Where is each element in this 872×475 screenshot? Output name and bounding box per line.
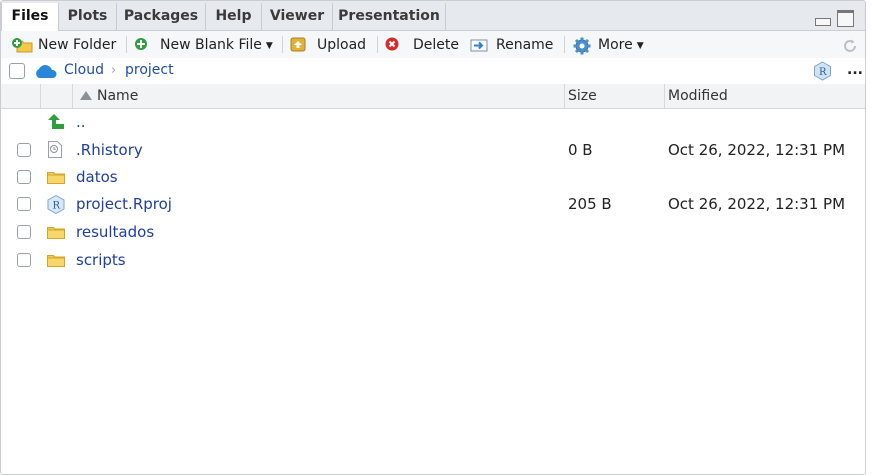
tab-plots[interactable]: Plots — [59, 3, 117, 30]
table-row[interactable]: R project.Rproj 205 B Oct 26, 2022, 12:3… — [1, 191, 865, 218]
breadcrumb: Cloud › project R ... — [1, 58, 865, 85]
folder-name-link[interactable]: scripts — [76, 247, 126, 274]
parent-dir-row[interactable]: .. — [1, 109, 865, 136]
new-folder-label: New Folder — [38, 37, 117, 53]
row-checkbox[interactable] — [17, 253, 31, 267]
column-divider — [664, 84, 665, 108]
rename-label: Rename — [496, 37, 554, 53]
table-row[interactable]: resultados — [1, 219, 865, 246]
row-checkbox[interactable] — [17, 143, 31, 157]
minimize-pane-icon[interactable] — [815, 18, 831, 26]
file-size: 205 B — [568, 195, 612, 213]
maximize-pane-icon[interactable] — [837, 10, 854, 27]
rproj-file-icon: R — [47, 195, 65, 214]
file-table-header: Name Size Modified — [1, 84, 865, 109]
breadcrumb-cloud[interactable]: Cloud — [64, 58, 104, 84]
new-folder-button[interactable]: New Folder — [11, 31, 116, 58]
upload-button[interactable]: Upload — [290, 31, 366, 58]
breadcrumb-separator-icon: › — [111, 63, 117, 78]
tab-bar: Files Plots Packages Help Viewer Present… — [1, 1, 865, 31]
row-checkbox[interactable] — [17, 197, 31, 211]
files-toolbar: New Folder New Blank File ▼ Upload Delet… — [1, 31, 865, 59]
tab-presentation[interactable]: Presentation — [333, 3, 446, 30]
delete-button[interactable]: Delete — [385, 31, 459, 58]
column-name-header[interactable]: Name — [97, 84, 138, 108]
folder-icon — [47, 172, 65, 184]
go-up-arrow-icon — [48, 114, 64, 129]
rename-button[interactable]: Rename — [470, 31, 553, 58]
refresh-icon[interactable] — [841, 37, 859, 55]
toolbar-divider — [126, 36, 127, 53]
folder-name-link[interactable]: datos — [76, 164, 118, 191]
parent-dir-link[interactable]: .. — [76, 109, 86, 136]
table-row[interactable]: scripts — [1, 247, 865, 274]
add-file-icon — [135, 38, 147, 50]
file-name-link[interactable]: project.Rproj — [76, 191, 172, 218]
file-size: 0 B — [568, 141, 593, 159]
folder-icon — [47, 227, 65, 239]
new-blank-file-label: New Blank File — [160, 37, 262, 53]
select-all-checkbox[interactable] — [9, 63, 25, 79]
folder-icon — [47, 255, 65, 267]
new-folder-icon — [12, 38, 33, 53]
breadcrumb-project[interactable]: project — [125, 58, 174, 84]
toolbar-divider — [564, 36, 565, 53]
file-name-link[interactable]: .Rhistory — [76, 137, 143, 164]
dropdown-caret-icon: ▼ — [636, 41, 644, 51]
more-options-button[interactable]: ... — [847, 58, 863, 84]
folder-name-link[interactable]: resultados — [76, 219, 154, 246]
history-file-icon — [48, 141, 62, 158]
row-checkbox[interactable] — [17, 170, 31, 184]
tab-viewer[interactable]: Viewer — [262, 3, 333, 30]
column-divider — [40, 84, 41, 108]
column-divider — [564, 84, 565, 108]
tab-help[interactable]: Help — [206, 3, 262, 30]
delete-icon — [385, 37, 399, 51]
toolbar-divider — [282, 36, 283, 53]
dropdown-caret-icon: ▼ — [265, 41, 273, 51]
rename-icon — [470, 39, 488, 52]
file-modified: Oct 26, 2022, 12:31 PM — [668, 195, 846, 213]
more-label: More — [598, 37, 633, 53]
new-blank-file-button[interactable]: New Blank File ▼ — [134, 31, 273, 58]
column-size-header[interactable]: Size — [568, 84, 597, 108]
column-divider — [72, 84, 73, 108]
file-modified: Oct 26, 2022, 12:31 PM — [668, 141, 846, 159]
more-button[interactable]: More ▼ — [573, 31, 644, 58]
tab-packages[interactable]: Packages — [117, 3, 206, 30]
sort-ascending-icon — [80, 91, 92, 100]
cloud-icon — [36, 65, 57, 78]
rproj-icon[interactable]: R — [813, 61, 832, 81]
table-row[interactable]: .Rhistory 0 B Oct 26, 2022, 12:31 PM — [1, 137, 865, 164]
table-row[interactable]: datos — [1, 164, 865, 191]
column-modified-header[interactable]: Modified — [668, 84, 728, 108]
upload-label: Upload — [317, 37, 367, 53]
delete-label: Delete — [413, 37, 459, 53]
tab-files[interactable]: Files — [1, 3, 59, 31]
gear-icon — [573, 37, 591, 55]
upload-icon — [290, 37, 306, 52]
svg-text:R: R — [819, 67, 827, 78]
row-checkbox[interactable] — [17, 225, 31, 239]
files-pane: Files Plots Packages Help Viewer Present… — [0, 0, 866, 475]
svg-text:R: R — [53, 201, 61, 212]
toolbar-divider — [377, 36, 378, 53]
